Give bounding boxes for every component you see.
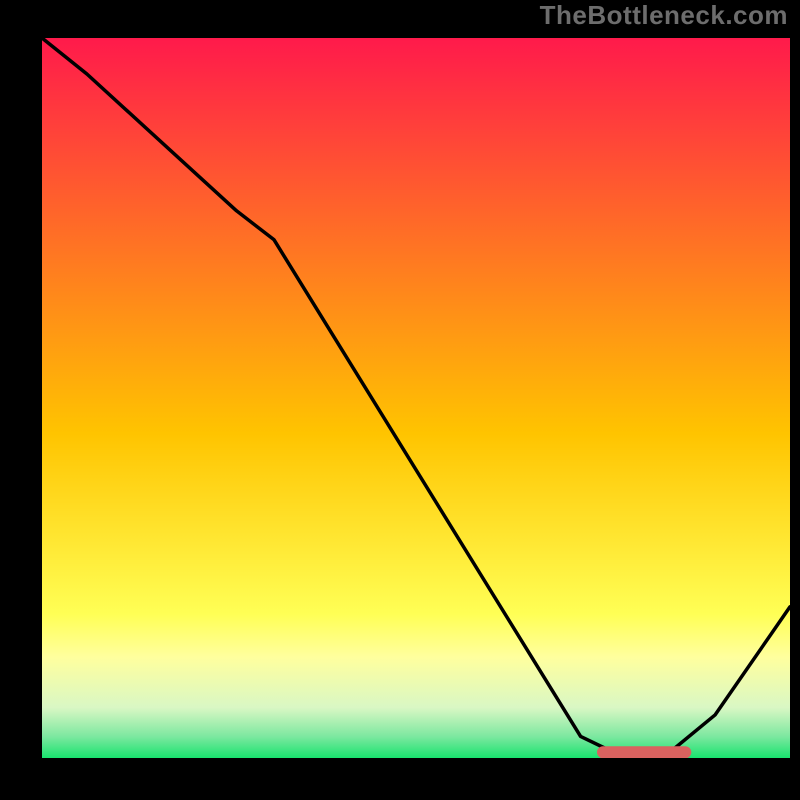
chart-frame: TheBottleneck.com bbox=[0, 0, 800, 800]
watermark-text: TheBottleneck.com bbox=[540, 0, 788, 31]
plot-border bbox=[34, 30, 798, 766]
plot-area bbox=[34, 30, 798, 766]
